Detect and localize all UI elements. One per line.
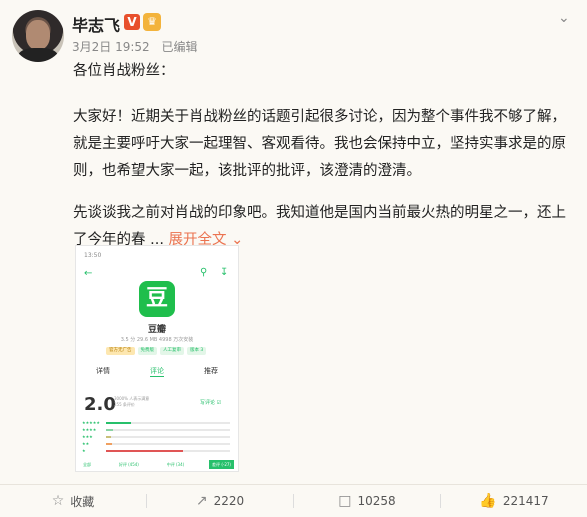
rating-bar — [106, 422, 230, 424]
post-date[interactable]: 3月2日 19:52 — [72, 40, 150, 54]
app-tag: 免费版 — [137, 347, 157, 355]
app-tag: 人工复审 — [160, 347, 184, 355]
app-icon: 豆 — [139, 281, 175, 317]
footer-divider — [0, 484, 587, 485]
status-time: 13:50 — [84, 252, 102, 259]
tab-details: 详情 — [96, 367, 110, 375]
rating-bar — [106, 450, 230, 452]
filter-neutral: 中评 (34) — [166, 462, 185, 467]
post-meta: 3月2日 19:52 已编辑 — [72, 38, 206, 55]
repost-count: 2220 — [213, 494, 245, 508]
post-paragraph-1: 大家好！近期关于肖战粉丝的话题引起很多讨论，因为整个事件我不够了解，就是主要呼吁… — [73, 109, 566, 179]
comment-icon: □ — [338, 493, 352, 509]
write-review-link: 写评论 ☑ — [200, 400, 222, 406]
app-meta: 3.5 分 29.6 MB 4998 万次安装 — [120, 337, 194, 343]
download-icon: ↧ — [220, 267, 229, 278]
app-tags: 官方无广告 免费版 人工复审 版本 3 — [106, 347, 207, 355]
repost-button[interactable]: ↗ 2220 — [147, 486, 293, 516]
like-count: 221417 — [502, 494, 549, 508]
rating-bar — [106, 436, 230, 438]
app-name: 豆瓣 — [147, 325, 166, 335]
review-filter-buttons: 全部 好评 (454) 中评 (34) 差评 (-27) — [76, 460, 238, 469]
more-chevron-icon[interactable]: ⌄ — [558, 10, 570, 26]
star-label: ★★★★★ — [82, 420, 100, 425]
star-label: ★★ — [82, 441, 90, 446]
greeting-text: 各位肖战粉丝： — [73, 63, 175, 79]
author-name[interactable]: 毕志飞 — [72, 12, 120, 36]
star-outline-icon: ☆ — [51, 493, 65, 509]
star-label: ★★★★ — [82, 427, 97, 432]
avatar[interactable] — [12, 10, 64, 62]
favorite-label: 收藏 — [70, 494, 95, 509]
favorite-button[interactable]: ☆ 收藏 — [0, 486, 146, 516]
rating-bar — [106, 429, 230, 431]
app-tag: 官方无广告 — [106, 347, 135, 355]
filter-positive: 好评 (454) — [118, 462, 139, 467]
post-paragraph-2-text: 先谈谈我之前对肖战的印象吧。我知道他是国内当前最火热的明星之一，还上了今年的春 … — [73, 205, 566, 248]
filter-all: 全部 — [83, 462, 91, 467]
tab-reviews: 评论 — [150, 367, 164, 377]
filter-negative: 差评 (-27) — [209, 460, 234, 469]
embedded-screenshot[interactable]: 13:50 ← ⚲ ↧ 豆 豆瓣 3.5 分 29.6 MB 4998 万次安装… — [75, 245, 239, 472]
comment-count: 10258 — [357, 494, 396, 508]
back-arrow-icon: ← — [84, 268, 93, 279]
comment-button[interactable]: □ 10258 — [294, 486, 440, 516]
rating-bar — [106, 443, 230, 445]
rating-notes: 3000% 人表示满意 255 条评价 — [114, 396, 150, 407]
app-tag: 版本 3 — [187, 347, 207, 355]
search-icon: ⚲ — [200, 267, 208, 278]
app-rating: 2.0 — [84, 394, 116, 415]
tab-recommend: 推荐 — [204, 367, 218, 375]
app-tabs: 详情 评论 推荐 — [76, 366, 238, 377]
star-label: ★ — [82, 448, 86, 453]
like-button[interactable]: 👍 221417 — [441, 486, 587, 516]
verified-badge-icon: V — [124, 14, 140, 30]
thumbs-up-icon: 👍 — [479, 493, 497, 509]
vip-crown-icon: ♛ — [143, 13, 161, 31]
star-label: ★★★ — [82, 434, 93, 439]
edited-label: 已编辑 — [161, 40, 198, 54]
repost-icon: ↗ — [195, 493, 208, 509]
